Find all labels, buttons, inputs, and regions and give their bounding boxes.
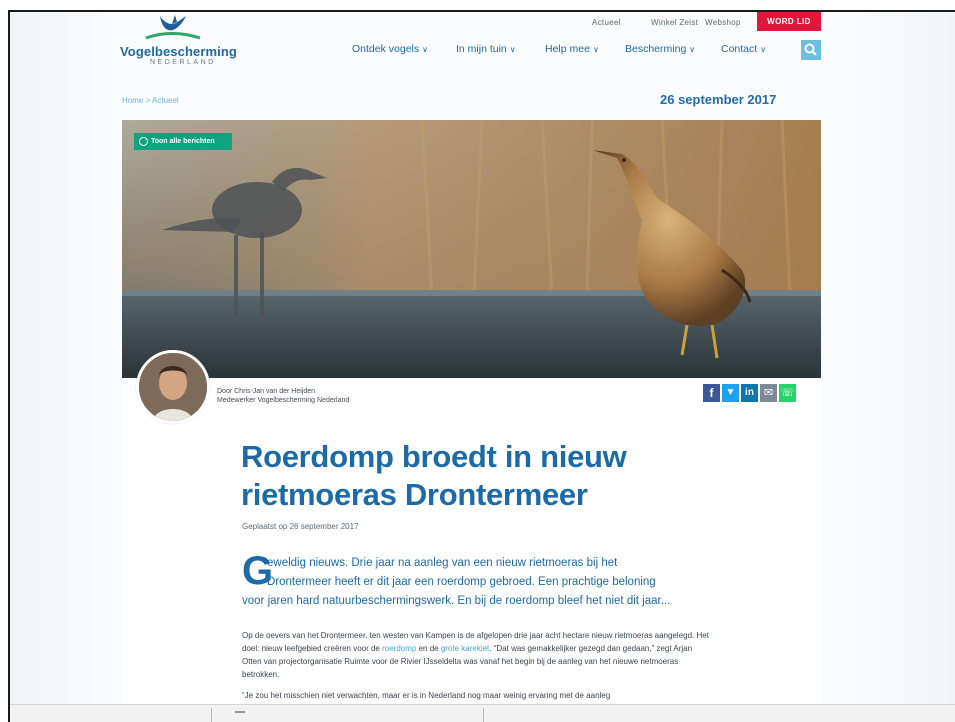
article-paragraph-1: Op de oevers van het Drontermeer, ten we… (242, 629, 712, 681)
twitter-icon[interactable]: ▼ (722, 384, 739, 402)
search-icon (804, 43, 817, 56)
author-info: Door Chris-Jan van der Heijden Medewerke… (217, 387, 349, 405)
logo-subname: NEDERLAND (150, 59, 216, 66)
chevron-down-icon: ∨ (592, 45, 599, 54)
nav-contact[interactable]: Contact ∨ (721, 43, 766, 55)
bottom-status-bar (10, 704, 955, 722)
nav-label: Contact (721, 43, 758, 55)
article-paragraph-2: “Je zou het misschien niet verwachten, m… (242, 691, 611, 700)
nav-ontdek-vogels[interactable]: Ontdek vogels ∨ (352, 43, 428, 55)
nav-in-mijn-tuin[interactable]: In mijn tuin ∨ (456, 43, 516, 55)
chevron-down-icon: ∨ (689, 45, 696, 54)
lead-line-3: voor jaren hard natuurbeschermingswerk. … (242, 595, 671, 607)
article-lead: eweldig nieuws. Drie jaar na aanleg van … (242, 554, 712, 611)
divider (211, 708, 212, 722)
author-role: Medewerker Vogelbescherming Nederland (217, 397, 350, 404)
lead-line-2: Drontermeer heeft er dit jaar een roerdo… (267, 576, 656, 588)
p1-text-b: en de (416, 644, 441, 653)
hero-image (122, 120, 821, 378)
linkedin-icon[interactable]: in (741, 384, 758, 402)
nav-label: Bescherming (625, 43, 687, 55)
chevron-down-icon: ∨ (760, 45, 767, 54)
breadcrumb[interactable]: Home > Actueel (122, 96, 179, 105)
article-title: Roerdomp broedt in nieuw rietmoeras Dron… (241, 439, 627, 512)
toon-alle-berichten-button[interactable]: Toon alle berichten (134, 133, 232, 150)
author-name: Door Chris-Jan van der Heijden (217, 388, 316, 395)
nav-webshop[interactable]: Webshop (705, 18, 741, 27)
nav-label: Help mee (545, 43, 590, 55)
author-photo (139, 353, 207, 421)
word-lid-button[interactable]: WORD LID (757, 12, 821, 31)
chevron-down-icon: ∨ (422, 45, 428, 54)
nav-help-mee[interactable]: Help mee ∨ (545, 43, 599, 55)
hero-photo-bittern-heron (122, 120, 821, 378)
link-roerdomp[interactable]: roerdomp (382, 644, 416, 653)
author-avatar (136, 350, 210, 424)
nav-actueel[interactable]: Actueel (592, 18, 621, 27)
link-grote-karekiet[interactable]: grote karekiet (441, 644, 489, 653)
search-button[interactable] (801, 40, 821, 60)
nav-bescherming[interactable]: Bescherming ∨ (625, 43, 695, 55)
posted-date: Geplaatst op 26 september 2017 (242, 522, 359, 531)
date-banner: 26 september 2017 (660, 92, 777, 107)
toon-label: Toon alle berichten (151, 138, 215, 145)
clock-icon (139, 137, 148, 146)
divider (483, 708, 484, 722)
nav-label: Ontdek vogels (352, 43, 420, 55)
facebook-icon[interactable]: f (703, 384, 720, 402)
frame-border-left (8, 10, 10, 722)
chevron-down-icon: ∨ (509, 45, 516, 54)
tray-icon[interactable] (235, 711, 245, 717)
nav-winkel-zeist[interactable]: Winkel Zeist (651, 18, 698, 27)
whatsapp-icon[interactable]: ☏ (779, 384, 796, 402)
lead-line-1: eweldig nieuws. Drie jaar na aanleg van … (267, 557, 618, 569)
mail-icon[interactable]: ✉ (760, 384, 777, 402)
nav-label: In mijn tuin (456, 43, 507, 55)
